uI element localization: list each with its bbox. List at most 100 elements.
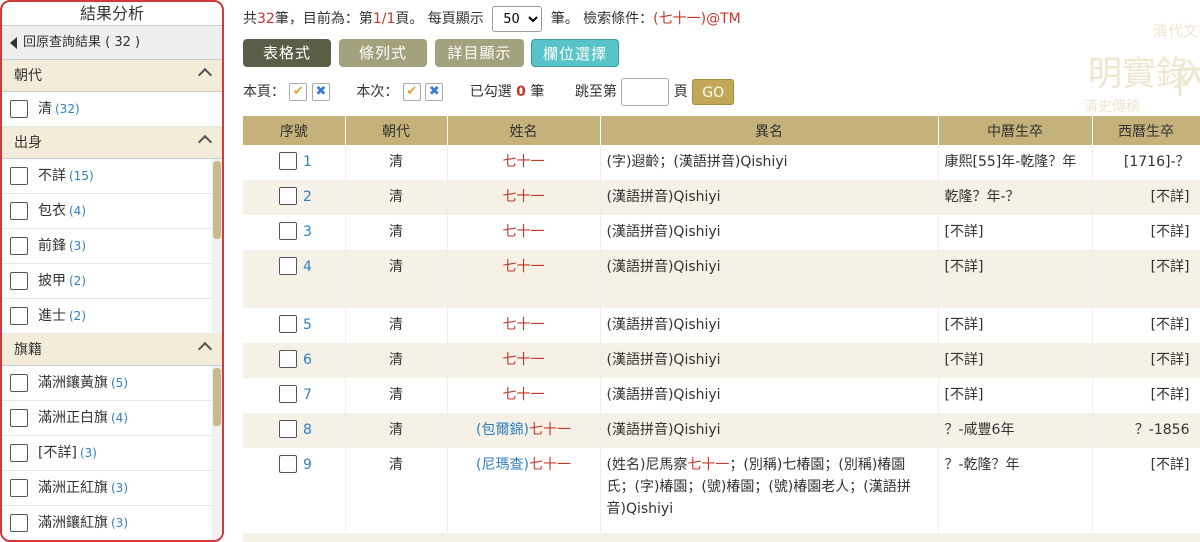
row-number-link[interactable]: 3 [303, 224, 312, 240]
column-select-button[interactable]: 欄位選擇 [531, 39, 619, 67]
header-number[interactable]: 序號 [243, 116, 346, 145]
filter-checkbox[interactable] [10, 514, 28, 532]
chevron-up-icon[interactable] [197, 341, 213, 357]
filter-checkbox[interactable] [10, 272, 28, 290]
per-page-select[interactable]: 50 [492, 6, 543, 32]
header-chinese-dates[interactable]: 中曆生卒 [938, 116, 1093, 145]
filter-option[interactable]: 進士 (2) [2, 299, 222, 334]
header-alias[interactable]: 異名 [600, 116, 939, 145]
filter-label: [不詳] [38, 445, 77, 461]
row-number-link[interactable]: 2 [303, 189, 312, 205]
results-table: 序號 朝代 姓名 異名 中曆生卒 西曆生卒 1 清 七十一 (字)遐齡；(漢語拼… [243, 116, 1200, 542]
section-origin-header[interactable]: 出身 [2, 127, 222, 159]
chinese-dates-cell: [不詳] [938, 343, 1093, 378]
section-dynasty-header[interactable]: 朝代 [2, 60, 222, 92]
table-view-button[interactable]: 表格式 [243, 39, 331, 67]
uncheck-all-page-icon[interactable]: ✖ [311, 83, 330, 101]
filter-count: (2) [69, 309, 86, 323]
filter-checkbox[interactable] [10, 307, 28, 325]
row-number-link[interactable]: 4 [303, 259, 312, 275]
person-name-link[interactable]: 七十一 [529, 457, 571, 473]
person-name-link[interactable]: 七十一 [503, 189, 545, 205]
filter-option[interactable]: 包衣 (4) [2, 194, 222, 229]
filter-checkbox[interactable] [10, 479, 28, 497]
filter-option[interactable]: 滿洲正紅旗 (3) [2, 471, 222, 506]
row-checkbox[interactable] [279, 385, 297, 403]
filter-checkbox[interactable] [10, 374, 28, 392]
row-checkbox[interactable] [279, 257, 297, 275]
person-name-link[interactable]: 七十一 [529, 422, 571, 438]
table-row: 9 清 (尼瑪查)七十一 (姓名)尼馬察七十一；(別稱)七椿園；(別稱)椿園氏；… [243, 448, 1200, 533]
check-all-page-icon[interactable]: ✔ [289, 83, 308, 101]
go-button[interactable]: GO [692, 79, 735, 105]
filter-checkbox[interactable] [10, 409, 28, 427]
section-banner-header[interactable]: 旗籍 [2, 334, 222, 366]
row-checkbox[interactable] [279, 152, 297, 170]
row-checkbox[interactable] [279, 222, 297, 240]
checked-count: 0 [516, 84, 526, 100]
row-checkbox[interactable] [279, 315, 297, 333]
row-number-link[interactable]: 7 [303, 387, 312, 403]
row-number-cell: 7 [243, 378, 346, 413]
filter-label: 披甲 [38, 273, 66, 289]
table-row-partial [243, 533, 1200, 542]
filter-option[interactable]: 不詳 (15) [2, 159, 222, 194]
person-name-link[interactable]: 七十一 [503, 387, 545, 403]
summary-text: 筆，目前為：第 [274, 11, 373, 27]
detail-view-button[interactable]: 詳目顯示 [435, 39, 524, 67]
filter-checkbox[interactable] [10, 167, 28, 185]
row-checkbox[interactable] [279, 455, 297, 473]
filter-option[interactable]: 前鋒 (3) [2, 229, 222, 264]
header-dynasty[interactable]: 朝代 [345, 116, 448, 145]
triangle-left-icon [10, 36, 17, 49]
row-number-cell: 2 [243, 180, 346, 215]
filter-checkbox[interactable] [10, 202, 28, 220]
chevron-up-icon[interactable] [197, 67, 213, 83]
list-view-button[interactable]: 條列式 [339, 39, 427, 67]
background-watermark: 明實錄 [1088, 54, 1190, 94]
goto-page-input[interactable] [621, 78, 670, 106]
chinese-dates-cell: [不詳] [938, 308, 1093, 343]
filter-option[interactable]: 清 (32) [2, 92, 222, 127]
chevron-up-icon[interactable] [197, 134, 213, 150]
row-number-link[interactable]: 5 [303, 317, 312, 333]
chinese-dates-cell: [不詳] [938, 378, 1093, 413]
banner-scrollbar-thumb[interactable] [213, 368, 221, 426]
row-number-link[interactable]: 6 [303, 352, 312, 368]
person-name-link[interactable]: 七十一 [503, 224, 545, 240]
row-number-link[interactable]: 9 [303, 457, 312, 473]
filter-option[interactable]: 滿洲鑲紅旗 (3) [2, 506, 222, 540]
row-checkbox[interactable] [279, 420, 297, 438]
filter-checkbox[interactable] [10, 100, 28, 118]
header-western-dates[interactable]: 西曆生卒 [1092, 116, 1200, 145]
origin-option-list: 不詳 (15) 包衣 (4) 前鋒 (3) 披甲 (2) 進士 (2) [2, 159, 222, 334]
filter-option[interactable]: 滿洲正白旗 (4) [2, 401, 222, 436]
person-name-link[interactable]: 七十一 [503, 352, 545, 368]
name-prefix-link[interactable]: (包爾錦) [476, 422, 529, 438]
row-checkbox[interactable] [279, 187, 297, 205]
section-origin-title: 出身 [14, 135, 42, 151]
banner-option-list: 滿洲鑲黃旗 (5) 滿洲正白旗 (4) [不詳] (3) 滿洲正紅旗 (3) 滿洲鑲紅旗… [2, 366, 222, 540]
origin-scrollbar-thumb[interactable] [213, 161, 221, 239]
check-all-batch-icon[interactable]: ✔ [402, 83, 421, 101]
person-name-link[interactable]: 七十一 [503, 259, 545, 275]
row-checkbox[interactable] [279, 350, 297, 368]
filter-checkbox[interactable] [10, 444, 28, 462]
dynasty-cell: 清 [345, 413, 448, 448]
person-name-link[interactable]: 七十一 [503, 154, 545, 170]
filter-option[interactable]: 滿洲鑲黃旗 (5) [2, 366, 222, 401]
row-number-link[interactable]: 8 [303, 422, 312, 438]
alias-cell: (漢語拼音)Qishiyi [600, 413, 939, 448]
filter-label: 進士 [38, 308, 66, 324]
row-number-link[interactable]: 1 [303, 154, 312, 170]
person-name-link[interactable]: 七十一 [503, 317, 545, 333]
table-row: 4 清 七十一 (漢語拼音)Qishiyi [不詳] [不詳] [243, 250, 1200, 308]
uncheck-all-batch-icon[interactable]: ✖ [425, 83, 444, 101]
header-name[interactable]: 姓名 [447, 116, 601, 145]
western-dates-cell: [不詳] [1092, 250, 1200, 308]
back-to-results-link[interactable]: 回原查詢結果 ( 32 ) [2, 26, 222, 60]
filter-checkbox[interactable] [10, 237, 28, 255]
name-prefix-link[interactable]: (尼瑪查) [476, 457, 529, 473]
filter-option[interactable]: [不詳] (3) [2, 436, 222, 471]
filter-option[interactable]: 披甲 (2) [2, 264, 222, 299]
